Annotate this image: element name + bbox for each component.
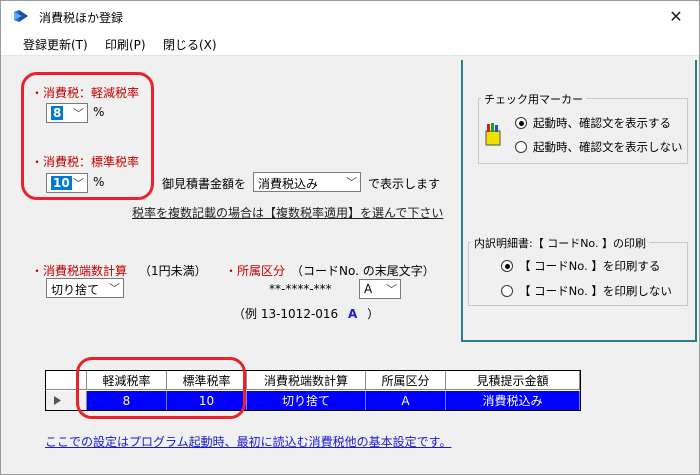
menu-print[interactable]: 印刷(P): [105, 36, 146, 53]
radio-unchecked-icon[interactable]: [515, 141, 527, 153]
check-marker-hide-label: 起動時、確認文を表示しない: [533, 140, 683, 154]
grid-cell[interactable]: 切り捨て: [247, 391, 366, 410]
radio-checked-icon[interactable]: [515, 117, 527, 129]
chevron-down-icon: ﹀: [386, 283, 397, 296]
reduced-rate-value: 8: [51, 106, 64, 120]
division-example-close: ）: [367, 307, 380, 321]
division-label: ・所属区分: [225, 264, 286, 278]
grid-cell[interactable]: A: [366, 391, 446, 410]
division-value: A: [364, 282, 373, 296]
rounding-sub: （1円未満）: [139, 264, 207, 278]
details-print-yes-option[interactable]: 【 コードNo. 】を印刷する: [501, 258, 660, 274]
standard-rate-unit: %: [93, 175, 105, 189]
grid-cell[interactable]: 消費税込み: [446, 391, 580, 410]
details-print-no-option[interactable]: 【 コードNo. 】を印刷しない: [501, 283, 672, 299]
chevron-down-icon: ﹀: [73, 107, 84, 120]
check-marker-title: チェック用マーカー: [481, 91, 586, 107]
app-logo-icon: [14, 10, 28, 22]
grid-header: 消費税端数計算: [247, 371, 366, 390]
title-bar: 消費税ほか登録 ✕: [1, 1, 699, 32]
menu-bar: 登録更新(T) 印刷(P) 閉じる(X): [1, 32, 699, 56]
grid-cell[interactable]: 8: [87, 391, 167, 410]
grid-row-header[interactable]: [46, 391, 87, 410]
rounding-value: 切り捨て: [51, 283, 100, 297]
footer-note: ここでの設定はプログラム起動時、最初に読込む消費税他の基本設定です。: [45, 435, 452, 449]
settings-grid[interactable]: 軽減税率 標準税率 消費税端数計算 所属区分 見積提示金額 8 10 切り捨て …: [45, 370, 581, 411]
app-window: 消費税ほか登録 ✕ 登録更新(T) 印刷(P) 閉じる(X) ・消費税：軽減税率…: [0, 0, 700, 475]
rounding-select[interactable]: 切り捨て ﹀: [46, 278, 124, 298]
details-print-title: 内訳明細書:【 コードNo. 】の印刷: [471, 235, 649, 251]
radio-checked-icon[interactable]: [501, 260, 513, 272]
division-select[interactable]: A ﹀: [359, 279, 401, 299]
grid-corner: [46, 371, 87, 390]
estimate-suffix: で表示します: [368, 177, 441, 191]
menu-update[interactable]: 登録更新(T): [23, 36, 88, 53]
radio-unchecked-icon[interactable]: [501, 285, 513, 297]
standard-rate-label: ・消費税：標準税率: [31, 155, 140, 169]
grid-header: 標準税率: [167, 371, 247, 390]
rounding-label: ・消費税端数計算: [31, 264, 128, 278]
division-example-highlight: A: [348, 307, 358, 321]
marker-icon: [485, 123, 501, 146]
division-example: （例 13-1012-016 A ）: [233, 305, 379, 322]
grid-header: 軽減税率: [87, 371, 167, 390]
estimate-display-select[interactable]: 消費税込み ﹀: [253, 172, 361, 192]
divider-bottom: [461, 340, 697, 342]
division-example-text: （例 13-1012-016: [233, 307, 339, 321]
division-pattern: **-****-***: [269, 282, 332, 296]
chevron-down-icon: ﹀: [346, 176, 357, 189]
check-marker-hide-option[interactable]: 起動時、確認文を表示しない: [515, 139, 683, 155]
multi-rate-note: 税率を複数記載の場合は【複数税率適用】を選んで下さい: [132, 206, 444, 220]
estimate-display-value: 消費税込み: [258, 177, 319, 191]
reduced-rate-unit: %: [93, 105, 105, 119]
reduced-rate-select[interactable]: 8 ﹀: [46, 103, 88, 123]
divider-left: [461, 60, 463, 342]
grid-header: 見積提示金額: [446, 371, 580, 390]
chevron-down-icon: ﹀: [109, 282, 120, 295]
standard-rate-value: 10: [51, 176, 72, 190]
check-marker-show-option[interactable]: 起動時、確認文を表示する: [515, 115, 671, 131]
division-sub: （コードNo. の末尾文字）: [291, 264, 435, 278]
divider-right: [695, 60, 697, 342]
menu-close[interactable]: 閉じる(X): [163, 36, 217, 53]
chevron-down-icon: ﹀: [73, 177, 84, 190]
grid-header: 所属区分: [366, 371, 446, 390]
close-icon[interactable]: ✕: [653, 1, 699, 32]
grid-cell[interactable]: 10: [167, 391, 247, 410]
reduced-rate-label: ・消費税：軽減税率: [31, 86, 140, 100]
window-title: 消費税ほか登録: [39, 11, 124, 25]
details-print-yes-label: 【 コードNo. 】を印刷する: [519, 259, 661, 273]
standard-rate-select[interactable]: 10 ﹀: [46, 173, 88, 193]
row-pointer-icon: [54, 396, 61, 405]
estimate-prefix: 御見積書金額を: [162, 177, 247, 191]
check-marker-show-label: 起動時、確認文を表示する: [533, 116, 671, 130]
details-print-no-label: 【 コードNo. 】を印刷しない: [519, 284, 672, 298]
